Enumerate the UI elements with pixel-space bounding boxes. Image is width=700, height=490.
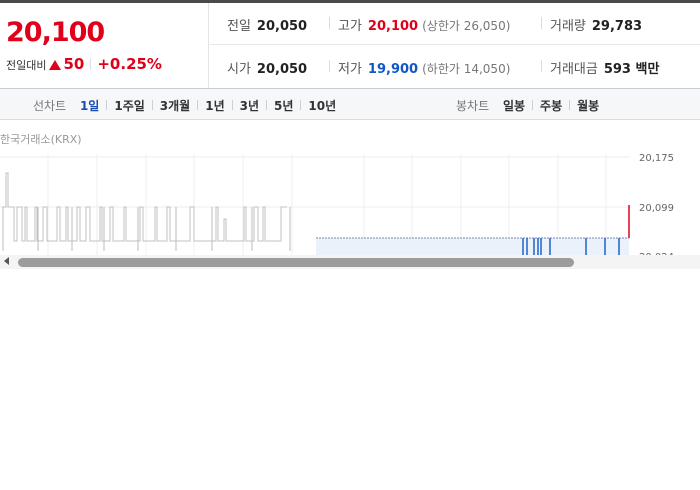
intraday-chart: 한국거래소(KRX) 20,17520,09920,024 (0, 121, 700, 269)
divider (532, 100, 534, 110)
open-value: 20,050 (256, 62, 308, 77)
up-triangle-icon (49, 60, 62, 70)
low-value: 19,900 (367, 62, 419, 77)
open-price: 시가 20,050 (227, 58, 307, 77)
trade-amount: 거래대금 593 백만 (540, 58, 660, 77)
volume-value: 29,783 (591, 19, 643, 34)
price-line-chart: 20,17520,09920,024 (0, 153, 674, 269)
y-tick-label: 20,175 (639, 153, 674, 164)
volume: 거래량 29,783 (540, 15, 643, 34)
tab-1-day[interactable]: 1일 (80, 97, 99, 114)
tab-1-week[interactable]: 1주일 (114, 97, 144, 114)
price-stats: 전일 20,050 고가 20,100 (상한가 26,050) 거래량 29,783 … (210, 3, 700, 88)
amount-value: 593 백만 (603, 62, 660, 77)
change-value: 50 (63, 55, 85, 73)
current-price: 20,100 (6, 17, 105, 48)
low-label: 저가 (338, 62, 362, 77)
change-percent: +0.25% (97, 55, 162, 73)
prev-close-label: 전일 (227, 19, 251, 34)
high-label: 고가 (338, 19, 362, 34)
change-label: 전일대비 (6, 59, 47, 72)
tab-3-years[interactable]: 3년 (240, 97, 259, 114)
candle-chart-tabs: 봉차트 일봉 주봉 월봉 (456, 97, 599, 114)
divider (569, 100, 571, 110)
prev-close: 전일 20,050 (227, 15, 307, 34)
price-summary: 20,100 전일대비 50 +0.25% (0, 3, 209, 88)
open-label: 시가 (227, 62, 251, 77)
chart-period-tabs: 선차트 1일 1주일 3개월 1년 3년 5년 10년 봉차트 일봉 주봉 월봉 (0, 88, 700, 120)
price-change: 전일대비 50 +0.25% (6, 55, 162, 73)
lower-limit-note: (하한가 14,050) (422, 62, 511, 76)
y-tick-label: 20,099 (639, 203, 674, 214)
amount-label: 거래대금 (550, 62, 598, 77)
volume-label: 거래량 (550, 19, 586, 34)
divider (106, 100, 108, 110)
divider (151, 100, 153, 110)
prev-close-value: 20,050 (256, 19, 308, 34)
tab-monthly-candle[interactable]: 월봉 (577, 97, 599, 114)
line-chart-tabs: 선차트 1일 1주일 3개월 1년 3년 5년 10년 (33, 97, 336, 114)
scrollbar-thumb[interactable] (18, 258, 574, 267)
tab-3-months[interactable]: 3개월 (160, 97, 190, 114)
divider (300, 100, 302, 110)
high-price: 고가 20,100 (상한가 26,050) (328, 15, 511, 34)
divider (266, 100, 267, 110)
divider (90, 58, 92, 70)
tab-daily-candle[interactable]: 일봉 (503, 97, 525, 114)
stats-row: 전일 20,050 고가 20,100 (상한가 26,050) 거래량 29,783 (210, 3, 700, 45)
candle-chart-label: 봉차트 (456, 99, 490, 113)
tab-5-years[interactable]: 5년 (274, 97, 293, 114)
divider (197, 100, 199, 110)
tab-weekly-candle[interactable]: 주봉 (540, 97, 562, 114)
low-price: 저가 19,900 (하한가 14,050) (328, 58, 511, 77)
divider (231, 100, 233, 110)
high-value: 20,100 (367, 19, 419, 34)
upper-limit-note: (상한가 26,050) (422, 19, 511, 33)
stats-row: 시가 20,050 저가 19,900 (하한가 14,050) 거래대금 593 백만 (210, 46, 700, 88)
tab-10-years[interactable]: 10년 (308, 97, 336, 114)
scroll-left-arrow-icon[interactable] (4, 257, 9, 265)
line-chart-label: 선차트 (33, 99, 67, 113)
tab-1-year[interactable]: 1년 (205, 97, 224, 114)
